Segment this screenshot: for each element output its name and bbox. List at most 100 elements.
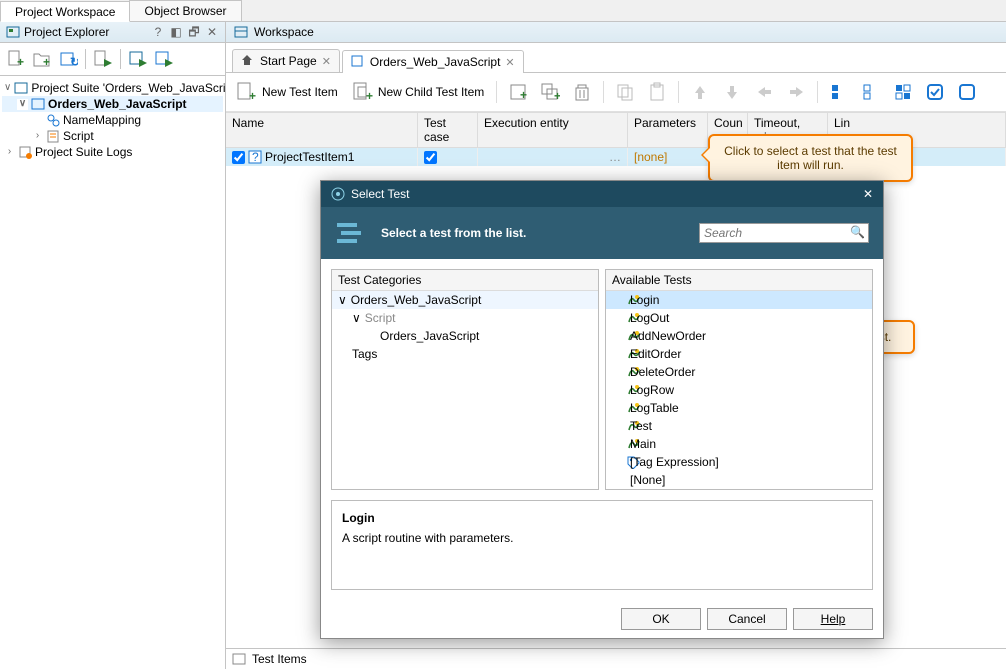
- select-unchecked-button[interactable]: [954, 79, 980, 105]
- workspace-title: Workspace: [254, 25, 314, 39]
- category-item[interactable]: Orders_JavaScript: [332, 327, 598, 345]
- desc-title: Login: [342, 511, 862, 525]
- svg-text:+: +: [249, 89, 256, 103]
- tree-suite-row[interactable]: ∨ Project Suite 'Orders_Web_JavaScript…: [2, 80, 223, 96]
- test-item[interactable]: AddNewOrder: [606, 327, 872, 345]
- tab-start-page[interactable]: Start Page ✕: [232, 49, 340, 72]
- tests-list[interactable]: Login LogOutAddNewOrder EditOrder DeleteOrd…: [606, 291, 872, 489]
- project-toolbar: + + ↻: [0, 43, 225, 76]
- expander-icon[interactable]: ›: [4, 147, 15, 158]
- item-enabled-checkbox[interactable]: [232, 151, 245, 164]
- cancel-button[interactable]: Cancel: [707, 608, 787, 630]
- bottom-tab-testitems[interactable]: Test Items: [252, 652, 307, 666]
- new-child-test-item-button[interactable]: + New Child Test Item: [348, 79, 488, 105]
- close-icon[interactable]: ✕: [505, 56, 514, 69]
- tree-namemapping-row[interactable]: NameMapping: [2, 112, 223, 128]
- panel-pin-button[interactable]: 🗗: [187, 25, 201, 39]
- move-down-button[interactable]: [719, 79, 745, 105]
- test-label: EditOrder: [630, 347, 681, 361]
- svg-text:↻: ↻: [70, 55, 78, 69]
- tab-project-workspace[interactable]: Project Workspace: [0, 1, 130, 22]
- test-item[interactable]: LogRow: [606, 381, 872, 399]
- help-button[interactable]: Help: [793, 608, 873, 630]
- test-label: Login: [630, 293, 659, 307]
- tag-icon: [612, 455, 626, 469]
- tree-logs-row[interactable]: › Project Suite Logs: [2, 144, 223, 160]
- category-item[interactable]: Tags: [332, 345, 598, 363]
- script-routine-icon: [612, 401, 626, 415]
- panel-help-button[interactable]: ?: [151, 25, 165, 39]
- col-name[interactable]: Name: [226, 113, 418, 147]
- run-suite-button[interactable]: [126, 47, 150, 71]
- ok-button[interactable]: OK: [621, 608, 701, 630]
- description-box: Login A script routine with parameters.: [331, 500, 873, 590]
- callout-select-test: Click to select a test that the test ite…: [708, 134, 913, 182]
- none-icon: [612, 473, 626, 487]
- tab-orders[interactable]: Orders_Web_JavaScript ✕: [342, 50, 524, 73]
- expander-icon[interactable]: ∨: [17, 99, 28, 110]
- category-item[interactable]: ∨Script: [332, 309, 598, 327]
- dialog-close-button[interactable]: ✕: [863, 187, 873, 201]
- exec-ellipsis-button[interactable]: …: [609, 150, 621, 164]
- tests-header: Available Tests: [606, 270, 872, 291]
- add-file-button[interactable]: +: [4, 47, 28, 71]
- uncheck-all-button[interactable]: [858, 79, 884, 105]
- suite-icon: [14, 81, 28, 95]
- tree-script-row[interactable]: › Script: [2, 128, 223, 144]
- tab-object-browser[interactable]: Object Browser: [129, 0, 241, 21]
- script-routine-icon: [612, 311, 626, 325]
- testcase-checkbox[interactable]: [424, 151, 437, 164]
- panel-close-button[interactable]: ✕: [205, 25, 219, 39]
- add-item-button[interactable]: +: [505, 79, 531, 105]
- delete-button[interactable]: [569, 79, 595, 105]
- copy-button[interactable]: [612, 79, 638, 105]
- col-exec[interactable]: Execution entity: [478, 113, 628, 147]
- paste-button[interactable]: [644, 79, 670, 105]
- project-tree[interactable]: ∨ Project Suite 'Orders_Web_JavaScript… …: [0, 76, 225, 669]
- test-item[interactable]: Login: [606, 291, 872, 309]
- close-icon[interactable]: ✕: [322, 55, 331, 68]
- test-item[interactable]: LogOut: [606, 309, 872, 327]
- project-icon: [31, 97, 45, 111]
- move-right-button[interactable]: [783, 79, 809, 105]
- move-up-button[interactable]: [687, 79, 713, 105]
- script-routine-icon: [612, 419, 626, 433]
- script-routine-icon: [612, 437, 626, 451]
- category-item[interactable]: ∨Orders_Web_JavaScript: [332, 291, 598, 309]
- logs-icon: [18, 145, 32, 159]
- test-item[interactable]: Test: [606, 417, 872, 435]
- test-item[interactable]: LogTable: [606, 399, 872, 417]
- dialog-icon: [331, 187, 345, 201]
- tree-project-row[interactable]: ∨ Orders_Web_JavaScript: [2, 96, 223, 112]
- add-child-button[interactable]: +: [537, 79, 563, 105]
- tree-label: Orders_Web_JavaScript: [48, 97, 187, 111]
- search-icon[interactable]: 🔍: [850, 225, 865, 239]
- expander-icon[interactable]: ›: [32, 131, 43, 142]
- test-item[interactable]: EditOrder: [606, 345, 872, 363]
- toggle-check-button[interactable]: [890, 79, 916, 105]
- check-all-button[interactable]: [826, 79, 852, 105]
- search-input[interactable]: [699, 223, 869, 243]
- add-existing-button[interactable]: ↻: [56, 47, 80, 71]
- test-item[interactable]: Main: [606, 435, 872, 453]
- document-tabs: Start Page ✕ Orders_Web_JavaScript ✕: [226, 43, 1006, 73]
- select-checked-button[interactable]: [922, 79, 948, 105]
- run-file-button[interactable]: [91, 47, 115, 71]
- test-item-toolbar: + New Test Item + New Child Test Item + …: [226, 73, 1006, 112]
- tab-label: Orders_Web_JavaScript: [370, 55, 501, 69]
- run-project-button[interactable]: [152, 47, 176, 71]
- categories-list[interactable]: ∨Orders_Web_JavaScript ∨Script Orders_Ja…: [332, 291, 598, 489]
- col-testcase[interactable]: Test case: [418, 113, 478, 147]
- script-routine-icon: [612, 365, 626, 379]
- test-item[interactable]: DeleteOrder: [606, 363, 872, 381]
- expander-icon[interactable]: ∨: [4, 83, 11, 94]
- test-item[interactable]: [None]: [606, 471, 872, 489]
- move-left-button[interactable]: [751, 79, 777, 105]
- test-item[interactable]: [Tag Expression]: [606, 453, 872, 471]
- new-test-item-button[interactable]: + New Test Item: [232, 79, 342, 105]
- add-folder-button[interactable]: +: [30, 47, 54, 71]
- item-name-input[interactable]: [265, 150, 411, 164]
- tree-label: Project Suite 'Orders_Web_JavaScript…: [31, 81, 225, 95]
- panel-layout-button[interactable]: ◧: [169, 25, 183, 39]
- col-params[interactable]: Parameters: [628, 113, 708, 147]
